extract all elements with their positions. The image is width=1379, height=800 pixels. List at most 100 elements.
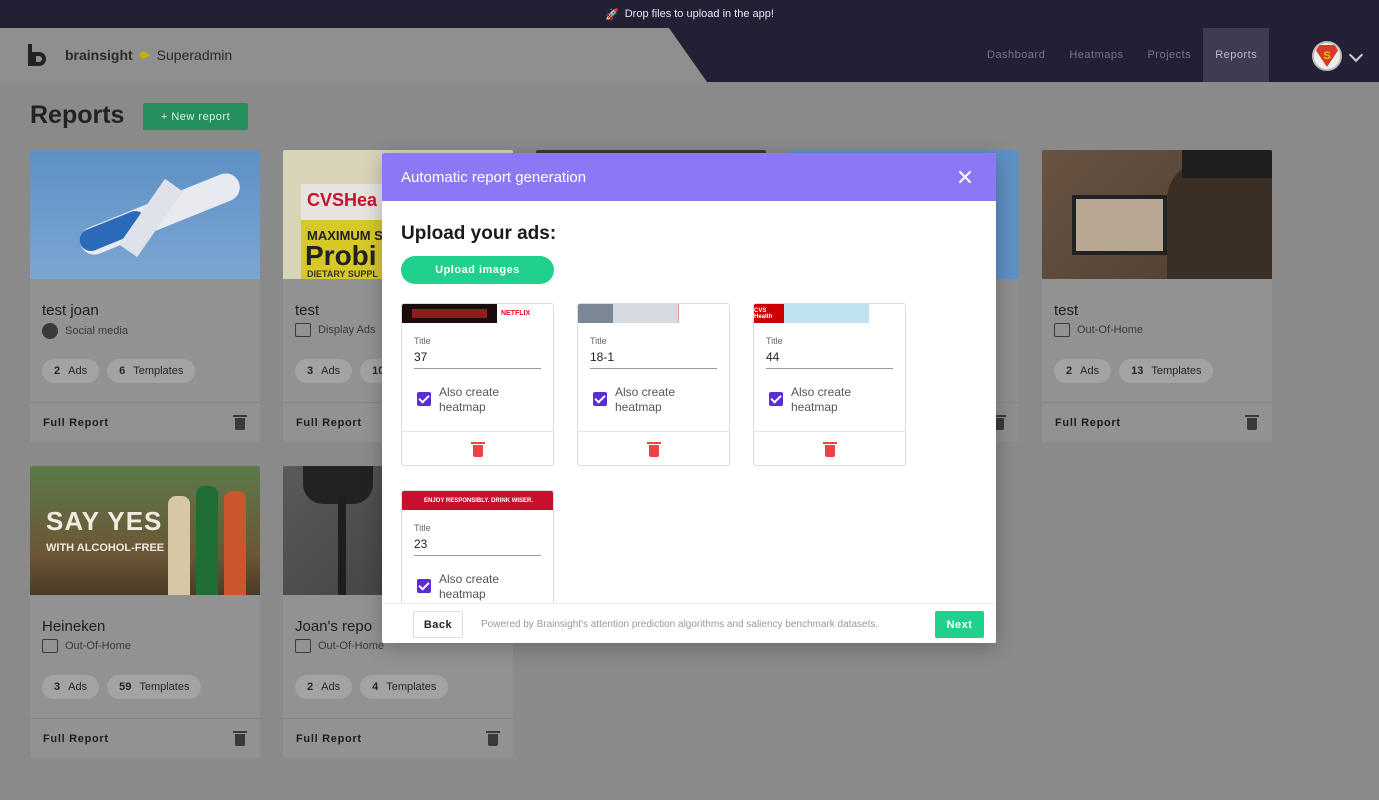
full-report-link[interactable]: Full Report: [296, 733, 362, 745]
delete-ad-icon[interactable]: [471, 442, 485, 457]
report-stats: 2 Ads 13 Templates: [1054, 359, 1214, 383]
delete-ad-icon[interactable]: [647, 442, 661, 457]
ads-chip: 3 Ads: [295, 359, 353, 383]
heatmap-checkbox[interactable]: [593, 392, 607, 406]
nav-heatmaps[interactable]: Heatmaps: [1057, 28, 1135, 82]
superman-shield-icon: S: [1316, 45, 1338, 67]
title-input[interactable]: 18-1: [590, 350, 614, 364]
report-card[interactable]: test joan Social media 2 Ads 6 Templates F…: [30, 150, 260, 442]
report-thumbnail: SAY YES WITH ALCOHOL-FREE: [30, 466, 260, 595]
templates-chip: 13 Templates: [1119, 359, 1214, 383]
ads-chip: 3 Ads: [42, 675, 100, 699]
report-name: Heineken: [42, 618, 106, 635]
back-button[interactable]: Back: [413, 611, 463, 638]
close-icon[interactable]: [958, 170, 972, 184]
title-input[interactable]: 37: [414, 350, 427, 364]
report-stats: 2 Ads 6 Templates: [42, 359, 196, 383]
heatmap-checkbox-label[interactable]: Also create heatmap: [615, 385, 715, 415]
report-stats: 3 Ads 59 Templates: [42, 675, 202, 699]
report-thumbnail: [30, 150, 260, 279]
ads-chip: 2 Ads: [42, 359, 100, 383]
report-type-label: Out-Of-Home: [318, 640, 385, 652]
heatmap-checkbox-label[interactable]: Also create heatmap: [439, 385, 539, 415]
full-report-link[interactable]: Full Report: [1055, 417, 1121, 429]
report-footer: Full Report: [283, 718, 513, 758]
trash-icon[interactable]: [1245, 415, 1259, 430]
modal-header: Automatic report generation: [382, 153, 996, 201]
ad-thumbnail: CVS Health: [754, 304, 905, 323]
nav-dashboard[interactable]: Dashboard: [975, 28, 1057, 82]
report-type-label: Out-Of-Home: [1077, 324, 1144, 336]
brand-mark-icon: [138, 51, 151, 59]
report-card[interactable]: SAY YES WITH ALCOHOL-FREE Heineken Out-O…: [30, 466, 260, 758]
upload-images-button[interactable]: Upload images: [401, 256, 554, 284]
heatmap-checkbox[interactable]: [417, 392, 431, 406]
templates-chip: 4 Templates: [360, 675, 449, 699]
ad-item: NETFLIX Title 37 Also create heatmap: [401, 303, 554, 466]
report-type: Social media: [42, 323, 128, 339]
report-name: Joan's repo: [295, 618, 373, 635]
ad-thumbnail: ENJOY RESPONSIBLY. DRINK WISER.: [402, 491, 553, 510]
report-type-label: Social media: [65, 325, 128, 337]
upload-banner: 🚀 Drop files to upload in the app!: [0, 0, 1379, 28]
title-label: Title: [414, 523, 431, 533]
powered-by-text: Powered by Brainsight's attention predic…: [481, 619, 879, 630]
report-footer: Full Report: [30, 402, 260, 442]
report-name: test: [295, 302, 320, 319]
modal-footer: Back Powered by Brainsight's attention p…: [382, 603, 996, 643]
new-report-button[interactable]: + New report: [143, 103, 248, 130]
upload-heading: Upload your ads:: [401, 223, 557, 244]
modal-title: Automatic report generation: [401, 168, 587, 186]
title-label: Title: [590, 336, 607, 346]
brand-role: Superadmin: [156, 47, 233, 63]
brainsight-logo-icon[interactable]: [26, 42, 52, 68]
report-type: Out-Of-Home: [295, 639, 384, 653]
heatmap-checkbox-label[interactable]: Also create heatmap: [439, 572, 539, 602]
templates-chip: 6 Templates: [107, 359, 196, 383]
title-label: Title: [766, 336, 783, 346]
ad-thumbnail: [578, 304, 729, 323]
full-report-link[interactable]: Full Report: [296, 417, 362, 429]
title-input[interactable]: 23: [414, 537, 427, 551]
monitor-icon: [295, 323, 311, 337]
report-type: Display Ads: [295, 323, 375, 337]
user-avatar[interactable]: S: [1312, 41, 1342, 71]
report-type-label: Out-Of-Home: [65, 640, 132, 652]
report-generation-modal: Automatic report generation Upload your …: [382, 153, 996, 643]
banner-text: Drop files to upload in the app!: [624, 8, 774, 20]
heatmap-checkbox-label[interactable]: Also create heatmap: [791, 385, 891, 415]
billboard-icon: [1054, 323, 1070, 337]
page-title: Reports: [30, 101, 125, 129]
full-report-link[interactable]: Full Report: [43, 733, 109, 745]
full-report-link[interactable]: Full Report: [43, 417, 109, 429]
brand-name: brainsight: [65, 47, 133, 63]
billboard-icon: [295, 639, 311, 653]
heatmap-checkbox[interactable]: [769, 392, 783, 406]
trash-icon[interactable]: [486, 731, 500, 746]
title-label: Title: [414, 336, 431, 346]
report-type-label: Display Ads: [318, 324, 376, 336]
next-button[interactable]: Next: [935, 611, 984, 638]
title-input[interactable]: 44: [766, 350, 779, 364]
ads-chip: 2 Ads: [295, 675, 353, 699]
ad-thumbnail: NETFLIX: [402, 304, 553, 323]
report-type: Out-Of-Home: [1054, 323, 1143, 337]
report-name: test: [1054, 302, 1079, 319]
report-stats: 2 Ads 4 Templates: [295, 675, 449, 699]
billboard-icon: [42, 639, 58, 653]
report-name: test joan: [42, 302, 99, 319]
nav-reports[interactable]: Reports: [1203, 28, 1270, 82]
report-thumbnail: [1042, 150, 1272, 279]
nav-links: Dashboard Heatmaps Projects Reports: [975, 28, 1270, 82]
report-type: Out-Of-Home: [42, 639, 131, 653]
report-footer: Full Report: [1042, 402, 1272, 442]
trash-icon[interactable]: [233, 415, 247, 430]
report-card[interactable]: test Out-Of-Home 2 Ads 13 Templates Full R…: [1042, 150, 1272, 442]
rocket-icon: 🚀: [605, 8, 619, 21]
trash-icon[interactable]: [233, 731, 247, 746]
facebook-icon: [42, 323, 58, 339]
delete-ad-icon[interactable]: [823, 442, 837, 457]
nav-projects[interactable]: Projects: [1135, 28, 1203, 82]
brand: brainsight Superadmin: [65, 47, 232, 63]
heatmap-checkbox[interactable]: [417, 579, 431, 593]
